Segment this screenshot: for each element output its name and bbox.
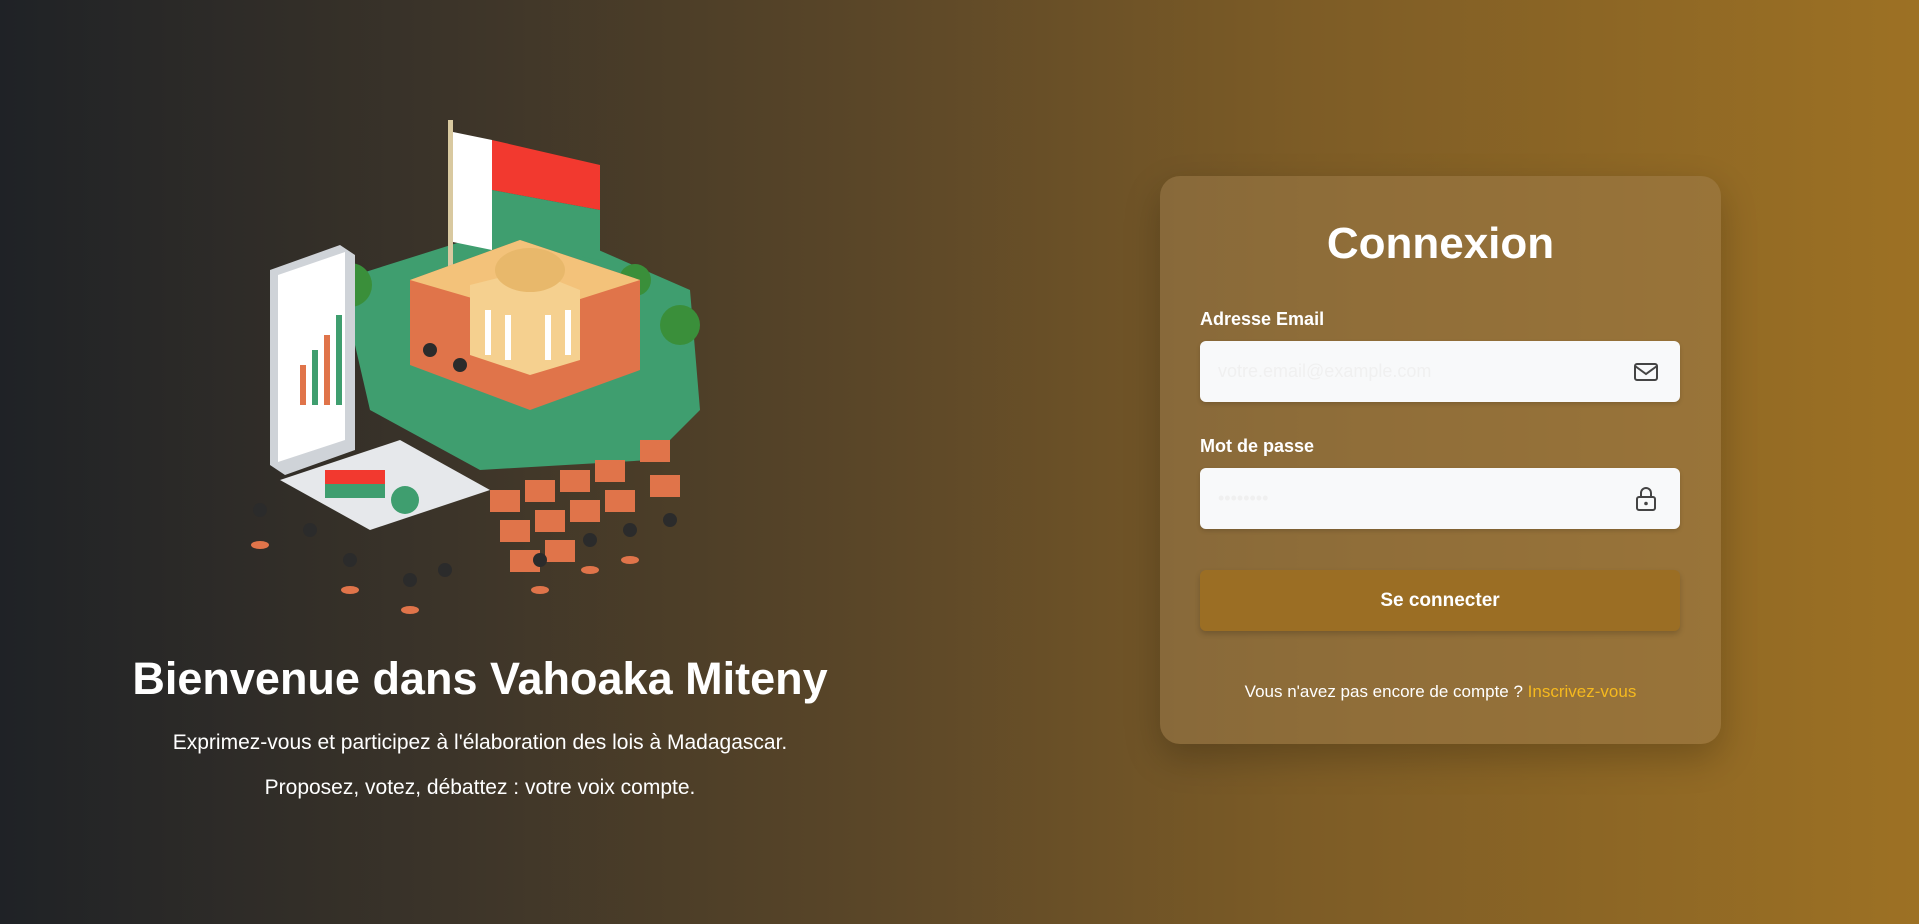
welcome-tagline: Proposez, votez, débattez : votre voix c…: [264, 776, 696, 799]
welcome-title: Bienvenue dans Vahoaka Miteny: [132, 653, 828, 704]
lock-icon: [1636, 487, 1656, 511]
login-button[interactable]: Se connecter: [1200, 570, 1680, 631]
email-label: Adresse Email: [1200, 309, 1325, 329]
password-label: Mot de passe: [1200, 436, 1315, 456]
envelope-icon: [1634, 363, 1658, 381]
signup-prompt: Vous n'avez pas encore de compte ? Inscr…: [1160, 682, 1721, 702]
password-field[interactable]: [1200, 468, 1618, 529]
login-title: Connexion: [1326, 219, 1555, 268]
madagascar-parliament-illustration: [251, 120, 700, 614]
signup-prompt-text: Vous n'avez pas encore de compte ?: [1244, 682, 1523, 701]
welcome-panel: Bienvenue dans Vahoaka Miteny Exprimez-v…: [0, 0, 960, 924]
email-field-wrapper: [1200, 341, 1680, 402]
welcome-subtitle: Exprimez-vous et participez à l'élaborat…: [172, 731, 788, 754]
email-field[interactable]: [1200, 341, 1618, 402]
password-field-wrapper: [1200, 468, 1680, 529]
signup-link[interactable]: Inscrivez-vous: [1528, 682, 1637, 701]
login-card: Connexion Adresse Email Mot de passe Se …: [1160, 176, 1721, 744]
